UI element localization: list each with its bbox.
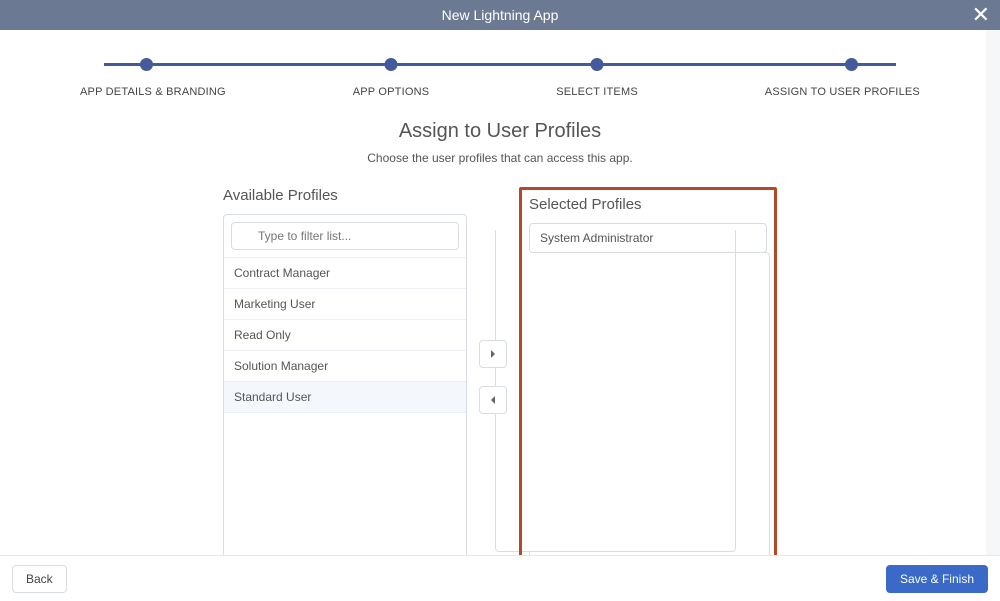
dual-listbox: Available Profiles Contract Manager Mark… — [0, 187, 1000, 566]
list-item[interactable]: System Administrator — [529, 223, 767, 253]
step-assign-profiles[interactable]: ASSIGN TO USER PROFILES — [765, 86, 920, 98]
selected-panel-highlight: Selected Profiles System Administrator — [519, 187, 777, 566]
chevron-right-icon — [489, 349, 497, 359]
progress-line — [104, 63, 896, 66]
progress-indicator: APP DETAILS & BRANDING APP OPTIONS SELEC… — [0, 30, 1000, 98]
list-item[interactable]: Marketing User — [224, 289, 466, 320]
selected-listbox — [529, 252, 770, 570]
back-button[interactable]: Back — [12, 565, 67, 593]
scrollbar[interactable] — [986, 30, 1000, 555]
list-item[interactable]: Contract Manager — [224, 258, 466, 289]
modal-header: New Lightning App ✕ — [0, 0, 1000, 30]
move-left-button[interactable] — [479, 386, 507, 414]
modal-footer: Back Save & Finish — [0, 555, 1000, 601]
list-item[interactable]: Standard User — [224, 382, 466, 413]
available-panel: Available Profiles Contract Manager Mark… — [223, 187, 467, 566]
step-app-details[interactable]: APP DETAILS & BRANDING — [80, 86, 226, 98]
save-finish-button[interactable]: Save & Finish — [886, 565, 988, 593]
move-controls — [479, 187, 507, 539]
modal-title: New Lightning App — [442, 7, 559, 23]
page-subtitle: Choose the user profiles that can access… — [0, 151, 1000, 165]
list-item[interactable]: Solution Manager — [224, 351, 466, 382]
step-app-options[interactable]: APP OPTIONS — [353, 86, 430, 98]
filter-input[interactable] — [231, 222, 459, 250]
available-title: Available Profiles — [223, 187, 467, 204]
chevron-left-icon — [489, 395, 497, 405]
selected-title: Selected Profiles — [529, 196, 767, 213]
list-item[interactable]: Read Only — [224, 320, 466, 351]
page-title: Assign to User Profiles — [0, 120, 1000, 143]
available-listbox: Contract Manager Marketing User Read Onl… — [223, 214, 467, 566]
move-right-button[interactable] — [479, 340, 507, 368]
step-select-items[interactable]: SELECT ITEMS — [556, 86, 638, 98]
close-icon[interactable]: ✕ — [972, 2, 990, 28]
